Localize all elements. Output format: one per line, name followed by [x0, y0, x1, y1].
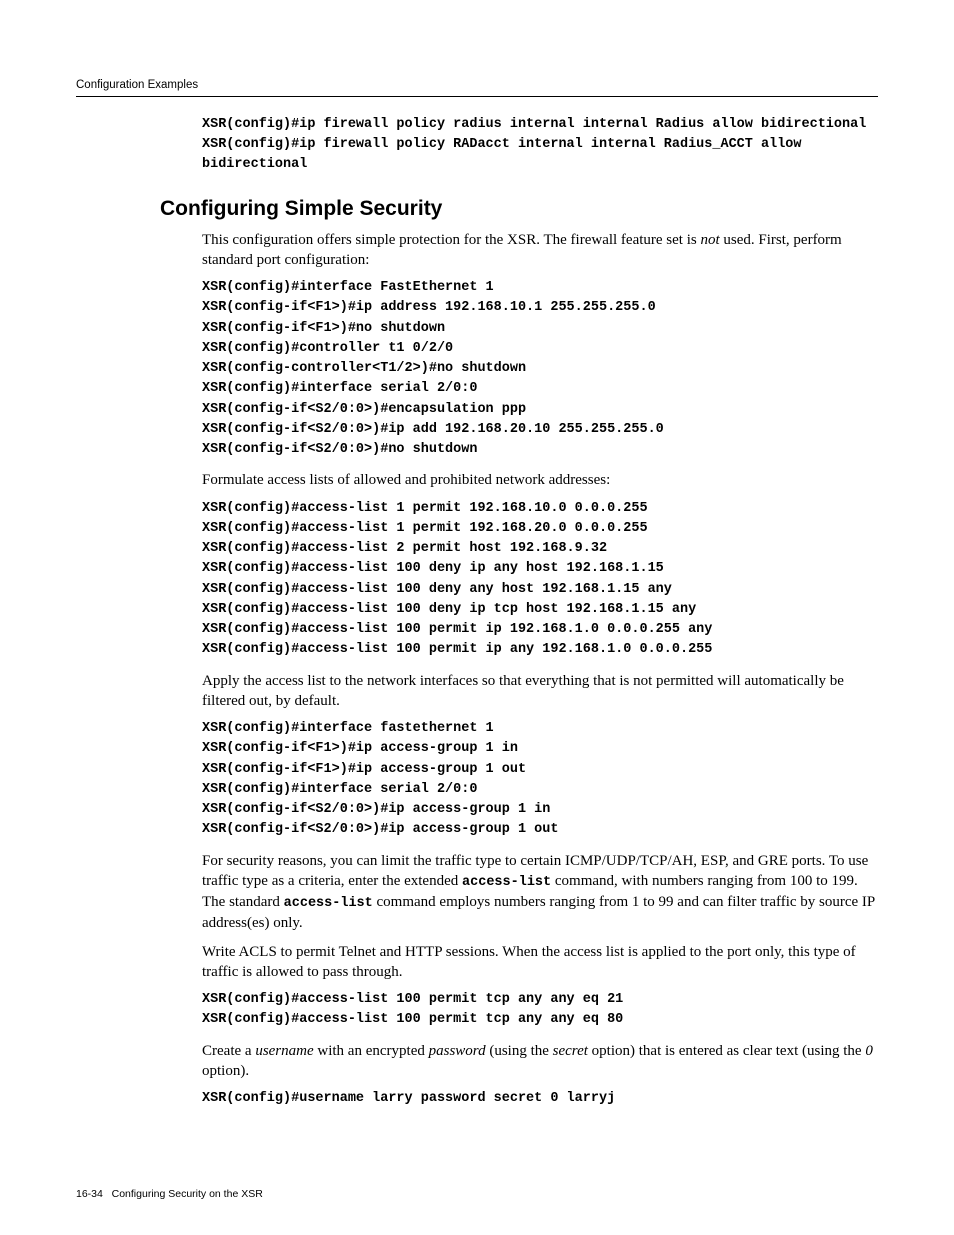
text: option). [202, 1063, 249, 1079]
inline-code-access-list: access-list [284, 896, 373, 911]
code-line: XSR(config)#access-list 2 permit host 19… [202, 541, 607, 556]
code-block-1: XSR(config)#interface FastEthernet 1 XSR… [202, 278, 878, 460]
code-line: XSR(config)#interface serial 2/0:0 [202, 782, 477, 797]
text: (using the [486, 1043, 553, 1059]
footer-text: Configuring Security on the XSR [112, 1188, 263, 1200]
paragraph-5: Create a username with an encrypted pass… [202, 1041, 878, 1082]
intro-paragraph: This configuration offers simple protect… [202, 230, 878, 271]
page-footer: 16-34 Configuring Security on the XSR [76, 1187, 263, 1201]
code-line: XSR(config-controller<T1/2>)#no shutdown [202, 361, 526, 376]
page-container: Configuration Examples XSR(config)#ip fi… [0, 0, 954, 1235]
code-line: XSR(config)#access-list 100 permit tcp a… [202, 1012, 623, 1027]
code-line: XSR(config)#interface FastEthernet 1 [202, 280, 494, 295]
code-line: XSR(config)#controller t1 0/2/0 [202, 341, 453, 356]
code-line: XSR(config)#access-list 100 deny any hos… [202, 582, 672, 597]
code-block-2: XSR(config)#access-list 1 permit 192.168… [202, 499, 878, 661]
section-body: This configuration offers simple protect… [76, 230, 878, 1110]
code-line: XSR(config)#access-list 100 permit tcp a… [202, 992, 623, 1007]
code-line: XSR(config)#access-list 1 permit 192.168… [202, 501, 648, 516]
code-line: XSR(config-if<F1>)#ip address 192.168.10… [202, 300, 656, 315]
code-line: XSR(config-if<S2/0:0>)#no shutdown [202, 442, 477, 457]
code-block-4: XSR(config)#access-list 100 permit tcp a… [202, 990, 878, 1031]
code-line: XSR(config)#access-list 100 permit ip an… [202, 642, 712, 657]
running-head: Configuration Examples [76, 78, 878, 94]
code-line: XSR(config-if<S2/0:0>)#ip access-group 1… [202, 802, 550, 817]
header-rule [76, 96, 878, 97]
emphasis-password: password [429, 1043, 486, 1059]
emphasis-zero: 0 [865, 1043, 873, 1059]
code-line: XSR(config)#access-list 100 deny ip any … [202, 561, 664, 576]
code-line: XSR(config)#interface serial 2/0:0 [202, 381, 477, 396]
emphasis-not: not [700, 232, 719, 248]
text: with an encrypted [314, 1043, 429, 1059]
code-line: XSR(config)#access-list 100 permit ip 19… [202, 622, 712, 637]
text: option) that is entered as clear text (u… [588, 1043, 865, 1059]
page-number: 16-34 [76, 1188, 103, 1200]
code-line: XSR(config-if<F1>)#no shutdown [202, 321, 445, 336]
text: Create a [202, 1043, 255, 1059]
code-block-3: XSR(config)#interface fastethernet 1 XSR… [202, 719, 878, 841]
code-line: XSR(config-if<S2/0:0>)#ip add 192.168.20… [202, 422, 664, 437]
code-line: XSR(config)#username larry password secr… [202, 1091, 615, 1106]
inline-code-access-list: access-list [462, 875, 551, 890]
paragraph-1: Formulate access lists of allowed and pr… [202, 470, 878, 490]
paragraph-2: Apply the access list to the network int… [202, 671, 878, 712]
code-line: XSR(config)#interface fastethernet 1 [202, 721, 494, 736]
code-line: XSR(config)#access-list 100 deny ip tcp … [202, 602, 696, 617]
section-title: Configuring Simple Security [160, 195, 878, 223]
code-line: XSR(config-if<S2/0:0>)#encapsulation ppp [202, 402, 526, 417]
paragraph-4: Write ACLS to permit Telnet and HTTP ses… [202, 942, 878, 983]
code-block-top: XSR(config)#ip firewall policy radius in… [202, 115, 878, 176]
code-block-5: XSR(config)#username larry password secr… [202, 1089, 878, 1109]
code-line: XSR(config-if<F1>)#ip access-group 1 in [202, 741, 518, 756]
code-line: XSR(config)#access-list 1 permit 192.168… [202, 521, 648, 536]
emphasis-username: username [255, 1043, 313, 1059]
code-line: XSR(config)#ip firewall policy RADacct i… [202, 137, 810, 172]
code-line: XSR(config)#ip firewall policy radius in… [202, 117, 866, 132]
paragraph-3: For security reasons, you can limit the … [202, 851, 878, 934]
emphasis-secret: secret [553, 1043, 588, 1059]
code-line: XSR(config-if<S2/0:0>)#ip access-group 1… [202, 822, 558, 837]
text: This configuration offers simple protect… [202, 232, 700, 248]
code-line: XSR(config-if<F1>)#ip access-group 1 out [202, 762, 526, 777]
top-code-wrapper: XSR(config)#ip firewall policy radius in… [76, 115, 878, 176]
